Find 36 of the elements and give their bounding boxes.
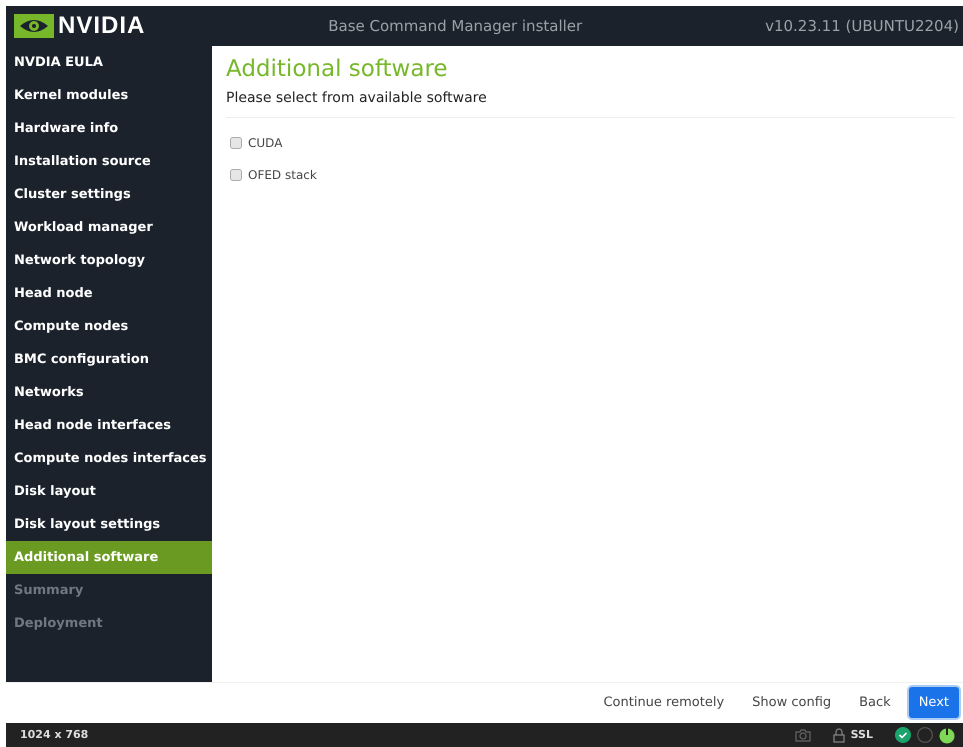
sidebar-item[interactable]: Hardware info xyxy=(6,112,212,145)
version-label: v10.23.11 (UBUNTU2204) xyxy=(765,16,959,37)
footer-button[interactable]: Continue remotely xyxy=(593,686,734,718)
option-label: CUDA xyxy=(248,134,282,152)
next-button[interactable]: Next xyxy=(908,686,959,718)
sidebar-item[interactable]: NVDIA EULA xyxy=(6,46,212,79)
footer-button[interactable]: Back xyxy=(849,686,901,718)
sidebar-item[interactable]: Networks xyxy=(6,376,212,409)
footer-button[interactable]: Show config xyxy=(742,686,842,718)
sidebar-item[interactable]: Workload manager xyxy=(6,211,212,244)
sidebar-item[interactable]: Network topology xyxy=(6,244,212,277)
resolution-label: 1024 x 768 xyxy=(20,726,88,743)
camera-icon[interactable] xyxy=(794,728,811,742)
sidebar-item[interactable]: Kernel modules xyxy=(6,79,212,112)
sidebar-item[interactable]: BMC configuration xyxy=(6,343,212,376)
checkbox[interactable] xyxy=(230,136,242,149)
sidebar-item[interactable]: Disk layout xyxy=(6,475,212,508)
sidebar-item[interactable]: Head node xyxy=(6,277,212,310)
page-subtitle: Please select from available software xyxy=(226,88,955,118)
lock-icon xyxy=(832,728,845,742)
sidebar-item[interactable]: Installation source xyxy=(6,145,212,178)
circle-icon xyxy=(917,727,933,743)
sidebar-item[interactable]: Disk layout settings xyxy=(6,508,212,541)
sidebar-item[interactable]: Compute nodes interfaces xyxy=(6,442,212,475)
check-icon xyxy=(895,727,911,743)
checkbox[interactable] xyxy=(230,168,242,181)
page-title: Additional software xyxy=(226,56,449,84)
logo-eye-icon xyxy=(14,14,54,38)
sidebar-item[interactable]: Cluster settings xyxy=(6,178,212,211)
ssl-label: SSL xyxy=(850,726,873,743)
sidebar-item[interactable]: Compute nodes xyxy=(6,310,212,343)
brand-name: NVIDIA xyxy=(58,11,146,41)
option-label: OFED stack xyxy=(248,166,317,184)
power-icon[interactable] xyxy=(939,726,955,744)
window-title: Base Command Manager installer xyxy=(327,16,584,37)
sidebar-item[interactable]: Head node interfaces xyxy=(6,409,212,442)
